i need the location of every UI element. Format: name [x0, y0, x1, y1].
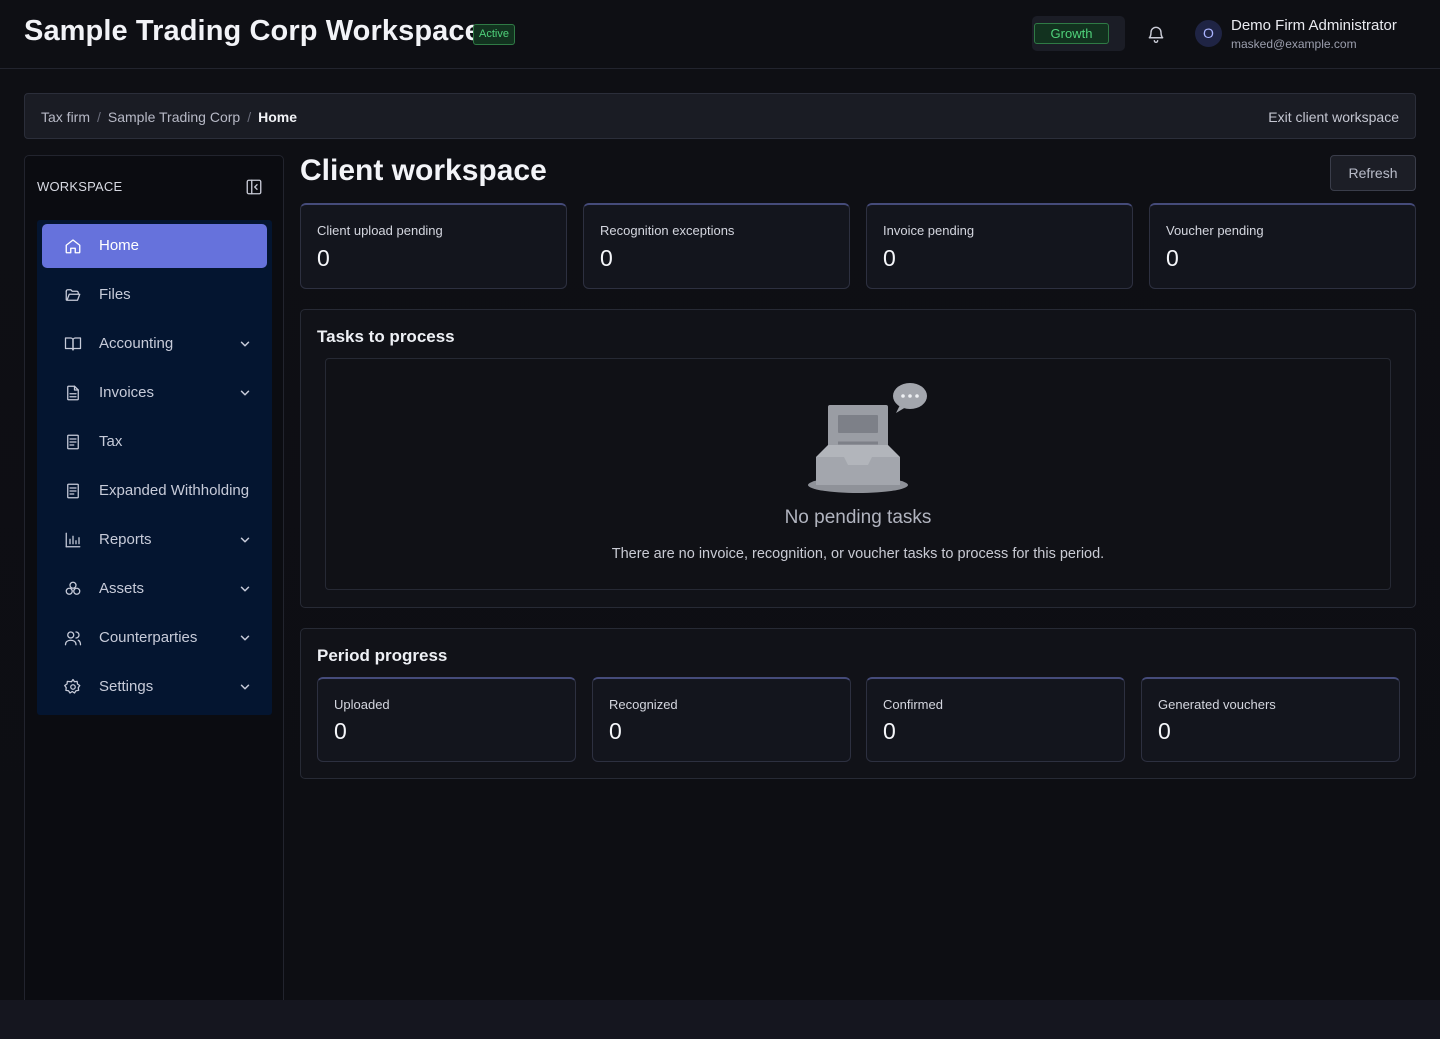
status-badge: Active	[473, 24, 515, 45]
empty-inbox-icon	[806, 381, 930, 497]
stat-label: Recognized	[609, 697, 678, 712]
sidebar: WORKSPACE Home Files Accounting Invoices…	[24, 155, 284, 1015]
sidebar-item-label: Home	[99, 237, 140, 254]
chevron-down-icon[interactable]	[238, 533, 252, 547]
stat-value: 0	[334, 718, 347, 744]
sidebar-item-label: Assets	[99, 580, 145, 597]
workspace-title: Sample Trading Corp Workspace	[24, 15, 481, 47]
sidebar-item-home[interactable]: Home	[42, 224, 267, 268]
avatar[interactable]: O	[1195, 20, 1222, 47]
top-header: Sample Trading Corp Workspace Active Gro…	[0, 0, 1440, 69]
sidebar-item-tax[interactable]: Tax	[42, 420, 267, 464]
progress-card-generated-vouchers: Generated vouchers 0	[1141, 677, 1400, 762]
cubes-icon	[64, 580, 82, 598]
breadcrumb-item-client[interactable]: Sample Trading Corp	[108, 109, 240, 125]
stat-label: Invoice pending	[883, 223, 975, 238]
stat-card-voucher-pending: Voucher pending 0	[1149, 203, 1416, 289]
gear-icon	[64, 678, 82, 696]
period-progress-panel: Period progress Uploaded 0 Recognized 0 …	[300, 628, 1416, 779]
sidebar-item-accounting[interactable]: Accounting	[42, 322, 267, 366]
breadcrumb-item-tax-firm[interactable]: Tax firm	[41, 109, 90, 125]
receipt-icon	[64, 482, 82, 500]
breadcrumb-separator: /	[247, 109, 252, 125]
tasks-panel: Tasks to process No pending tasks There …	[300, 309, 1416, 608]
stat-value: 0	[1166, 245, 1179, 271]
sidebar-collapse-icon[interactable]	[245, 178, 263, 196]
user-name[interactable]: Demo Firm Administrator	[1231, 17, 1397, 34]
stat-value: 0	[609, 718, 622, 744]
sidebar-item-label: Reports	[99, 531, 152, 548]
sidebar-item-label: Expanded Withholding Tax	[99, 482, 251, 499]
empty-state-description: There are no invoice, recognition, or vo…	[611, 546, 1105, 562]
stat-label: Generated vouchers	[1158, 697, 1276, 712]
chevron-down-icon[interactable]	[238, 386, 252, 400]
breadcrumb: Tax firm / Sample Trading Corp / Home	[41, 109, 297, 125]
sidebar-item-invoices[interactable]: Invoices	[42, 371, 267, 415]
stat-label: Client upload pending	[317, 223, 443, 238]
bar-chart-icon	[64, 531, 82, 549]
sidebar-item-label: Counterparties	[99, 629, 198, 646]
sidebar-nav: Home Files Accounting Invoices Tax Expan…	[37, 220, 272, 715]
stat-card-recognition-exceptions: Recognition exceptions 0	[583, 203, 850, 289]
breadcrumb-separator: /	[97, 109, 101, 125]
sidebar-item-files[interactable]: Files	[42, 273, 267, 317]
receipt-icon	[64, 433, 82, 451]
sidebar-item-reports[interactable]: Reports	[42, 518, 267, 562]
stat-value: 0	[883, 718, 896, 744]
sidebar-item-label: Invoices	[99, 384, 155, 401]
sidebar-item-counterparties[interactable]: Counterparties	[42, 616, 267, 660]
app-page: Sample Trading Corp Workspace Active Gro…	[0, 0, 1440, 1039]
progress-card-confirmed: Confirmed 0	[866, 677, 1125, 762]
user-email: masked@example.com	[1231, 37, 1357, 51]
stat-label: Uploaded	[334, 697, 390, 712]
home-icon	[64, 237, 82, 255]
chevron-down-icon[interactable]	[238, 680, 252, 694]
stat-card-invoice-pending: Invoice pending 0	[866, 203, 1133, 289]
breadcrumb-item-current: Home	[258, 109, 297, 125]
sidebar-title: WORKSPACE	[37, 179, 123, 194]
stat-card-client-upload-pending: Client upload pending 0	[300, 203, 567, 289]
progress-card-recognized: Recognized 0	[592, 677, 851, 762]
document-icon	[64, 384, 82, 402]
folder-open-icon	[64, 286, 82, 304]
stat-label: Confirmed	[883, 697, 943, 712]
sidebar-item-label: Settings	[99, 678, 154, 695]
page-footer	[0, 1000, 1440, 1039]
empty-state-title: No pending tasks	[784, 507, 932, 528]
sidebar-item-settings[interactable]: Settings	[42, 665, 267, 709]
chevron-down-icon[interactable]	[238, 631, 252, 645]
sidebar-item-assets[interactable]: Assets	[42, 567, 267, 611]
stat-value: 0	[600, 245, 613, 271]
stat-value: 0	[1158, 718, 1171, 744]
breadcrumb-bar: Tax firm / Sample Trading Corp / Home Exit c…	[24, 93, 1416, 139]
refresh-button[interactable]: Refresh	[1330, 155, 1416, 191]
stat-label: Recognition exceptions	[600, 223, 735, 238]
sidebar-item-label: Tax	[99, 433, 123, 450]
progress-card-uploaded: Uploaded 0	[317, 677, 576, 762]
sidebar-item-label: Accounting	[99, 335, 174, 352]
sidebar-item-expanded-withholding-tax[interactable]: Expanded Withholding Tax	[42, 469, 267, 513]
stat-label: Voucher pending	[1166, 223, 1264, 238]
chevron-down-icon[interactable]	[238, 582, 252, 596]
sidebar-item-label: Files	[99, 286, 131, 303]
stat-value: 0	[317, 245, 330, 271]
chevron-down-icon[interactable]	[238, 337, 252, 351]
plan-badge[interactable]: Growth	[1034, 23, 1109, 44]
tasks-panel-title: Tasks to process	[317, 327, 455, 346]
stat-value: 0	[883, 245, 896, 271]
page-title: Client workspace	[300, 154, 547, 187]
users-icon	[64, 629, 82, 647]
period-progress-title: Period progress	[317, 646, 448, 665]
empty-state: No pending tasks There are no invoice, r…	[325, 358, 1391, 590]
bell-icon[interactable]	[1146, 24, 1166, 44]
book-open-icon	[64, 335, 82, 353]
exit-workspace-link[interactable]: Exit client workspace	[1268, 109, 1399, 125]
